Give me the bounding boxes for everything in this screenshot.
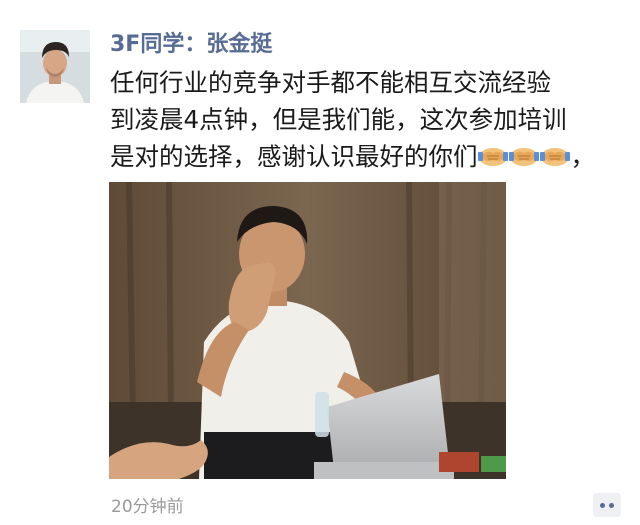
comment-more-icon-dot [609,502,614,508]
moments-post: 3F同学：张金挺 任何行业的竞争对手都不能相互交流经验 到凌晨4点钟，但是我们能… [0,0,640,525]
post-text-suffix: ， [570,142,596,171]
post-text-line: 到凌晨4点钟，但是我们能，这次参加培训 [110,105,567,134]
handshake-emoji-icon [477,142,508,168]
author-avatar[interactable] [20,30,90,103]
handshake-emoji-icon [539,142,570,168]
post-text-line: 是对的选择，感谢认识最好的你们 ， [110,138,620,175]
post-text-line: 任何行业的竞争对手都不能相互交流经验 [110,68,551,97]
photo-content [109,182,506,479]
post-photo[interactable] [109,182,506,479]
author-name[interactable]: 3F同学：张金挺 [110,30,272,60]
handshake-emoji-icon [508,142,539,168]
avatar-photo [20,30,90,103]
comment-more-icon [600,502,605,508]
post-text: 任何行业的竞争对手都不能相互交流经验 到凌晨4点钟，但是我们能，这次参加培训 是… [110,64,620,175]
post-timestamp: 20分钟前 [111,497,184,517]
post-text-line-content: 是对的选择，感谢认识最好的你们 [110,142,478,171]
comment-more-button[interactable] [593,493,621,517]
